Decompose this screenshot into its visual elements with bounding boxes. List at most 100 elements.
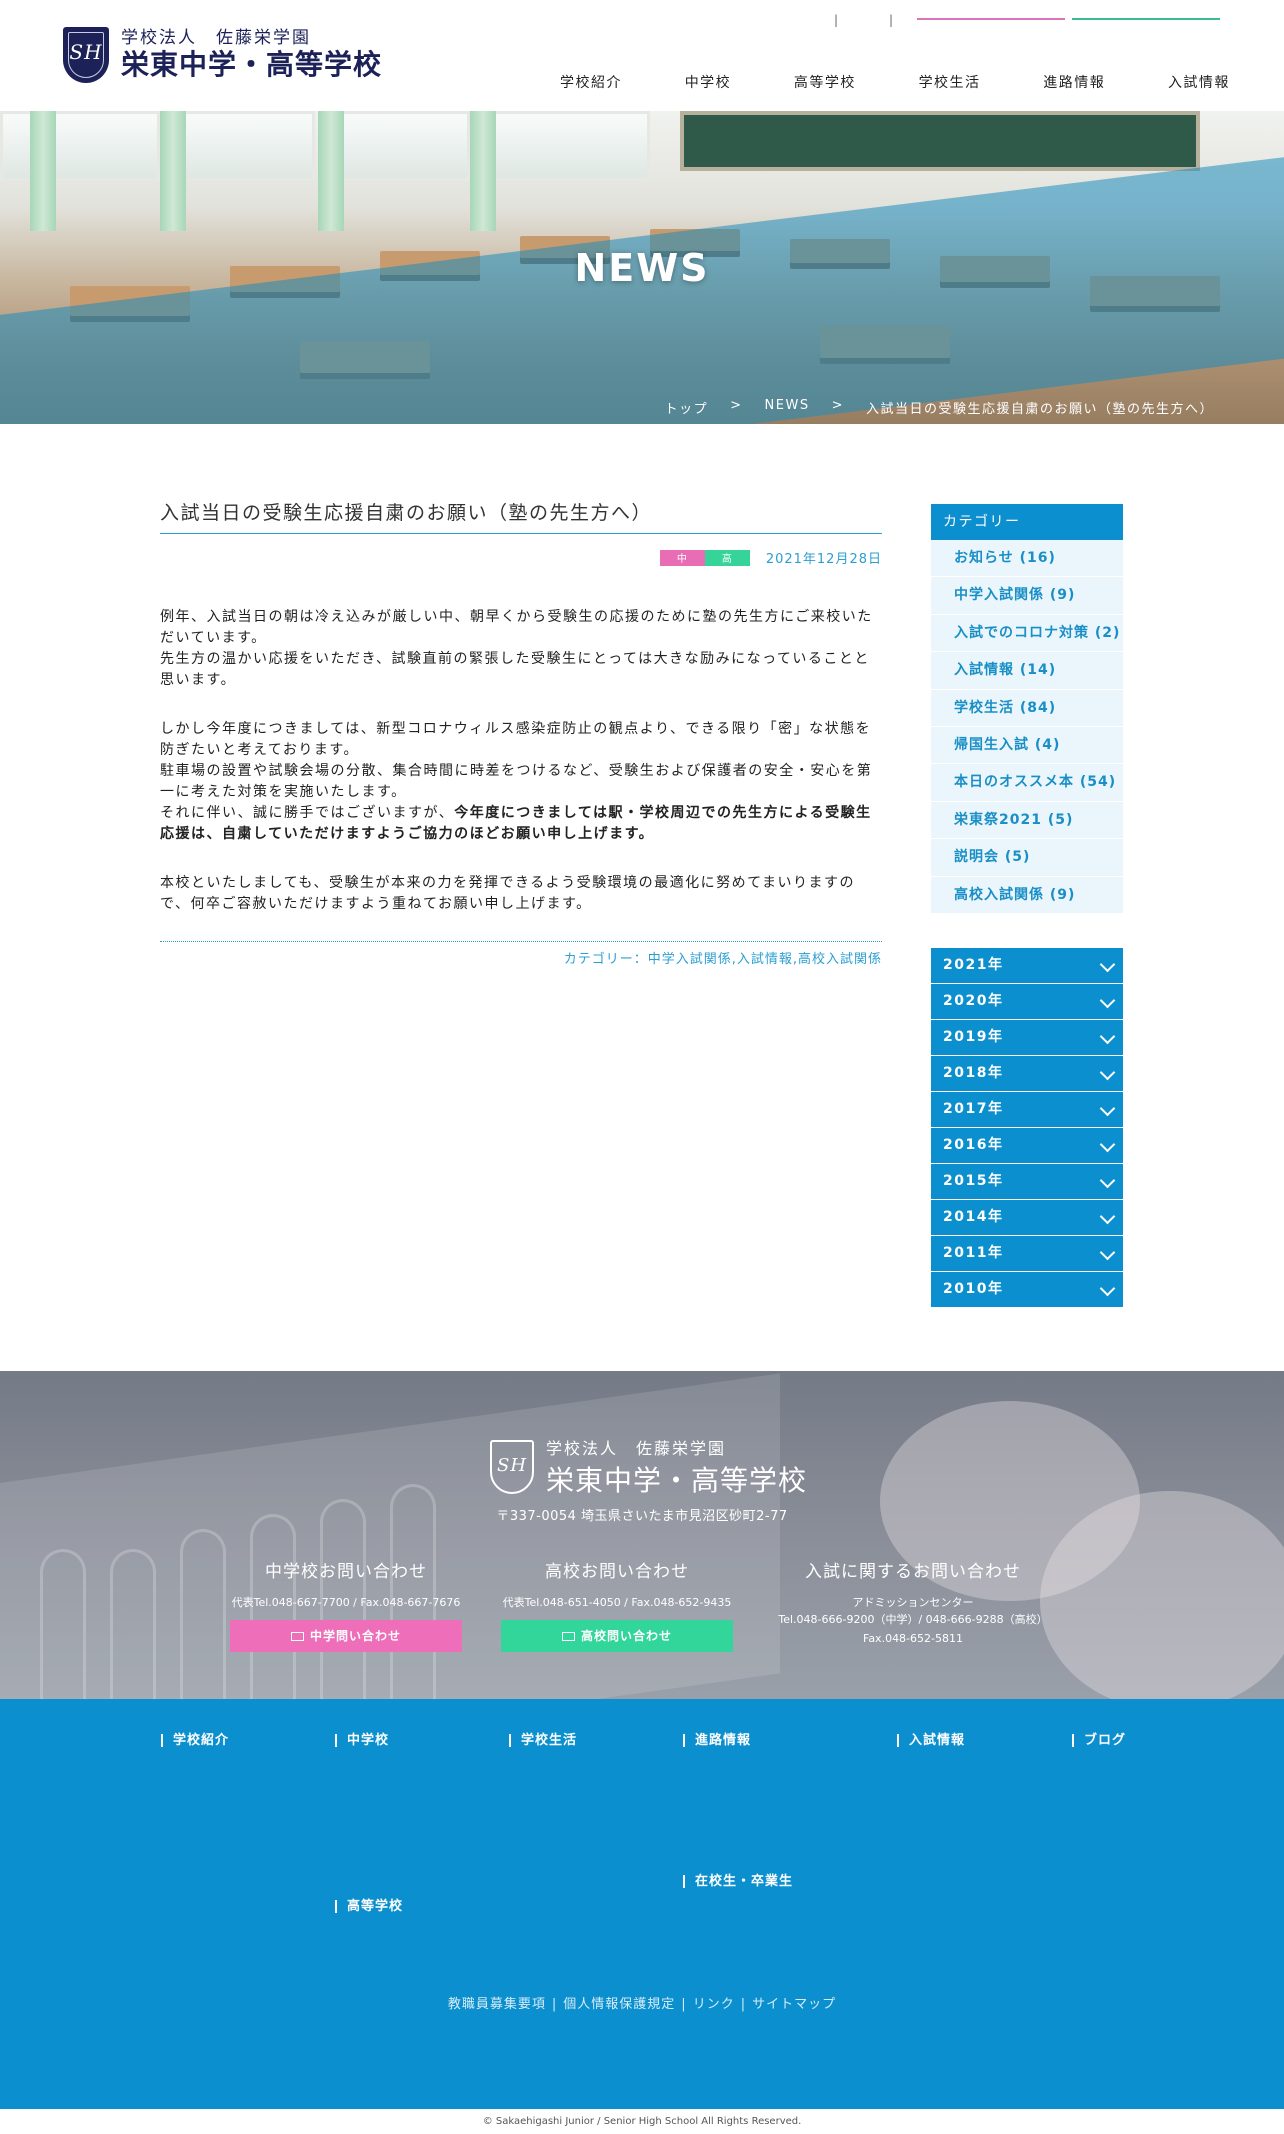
year-accordion[interactable]: 2020年 <box>931 984 1123 1020</box>
breadcrumb-top[interactable]: トップ <box>665 398 709 417</box>
category-item[interactable]: 入試でのコロナ対策 (2) <box>931 614 1123 653</box>
paragraph: 例年、入試当日の朝は冷え込みが厳しい中、朝早くから受験生の応援のために塾の先生方… <box>160 607 882 691</box>
year-accordion[interactable]: 2014年 <box>931 1200 1123 1236</box>
category-item[interactable]: 栄東祭2021 (5) <box>931 801 1123 840</box>
button-label: 中学問い合わせ <box>309 1629 401 1643</box>
article-categories[interactable]: カテゴリー：中学入試関係,入試情報,高校入試関係 <box>160 941 882 967</box>
year-accordion[interactable]: 2018年 <box>931 1056 1123 1092</box>
paragraph-text: それに伴い、誠に勝手ではございますが、今年度につきましては駅・学校周辺での先生方… <box>160 803 882 845</box>
nav-senior-high[interactable]: 高等学校 <box>794 72 856 92</box>
contact-phone: 代表Tel.048-667-7700 / Fax.048-667-7676 <box>231 1596 461 1609</box>
year-accordion[interactable]: 2021年 <box>931 948 1123 984</box>
category-sidebar: カテゴリー お知らせ (16) 中学入試関係 (9) 入試でのコロナ対策 (2)… <box>931 504 1123 914</box>
article-meta: 中 高 2021年12月28日 <box>160 548 882 567</box>
nav-junior-high[interactable]: 中学校 <box>685 72 732 92</box>
year-accordion[interactable]: 2019年 <box>931 1020 1123 1056</box>
category-item[interactable]: 本日のオススメ本 (54) <box>931 764 1123 802</box>
tag-senior: 高 <box>704 549 750 566</box>
admission-contact: 入試に関するお問い合わせ アドミッションセンター Tel.048-666-920… <box>773 1557 1053 1648</box>
nav-school-life[interactable]: 学校生活 <box>919 72 981 92</box>
sitemap-blog[interactable]: ブログ <box>1072 1734 1126 1747</box>
junior-inquiry-button[interactable]: 中学問い合わせ <box>230 1620 462 1652</box>
link-separator: | <box>551 1997 558 2012</box>
sitemap-career[interactable]: 進路情報 <box>683 1734 751 1747</box>
footer-contact: SH 学校法人 佐藤栄学園 栄東中学・高等学校 〒337-0054 埼玉県さいた… <box>0 1371 1284 1699</box>
curtain <box>470 111 496 231</box>
breadcrumb-news[interactable]: NEWS <box>765 398 810 417</box>
junior-quick-link[interactable] <box>917 18 1065 20</box>
contact-phone: 代表Tel.048-651-4050 / Fax.048-652-9435 <box>502 1596 732 1609</box>
year-accordion[interactable]: 2016年 <box>931 1128 1123 1164</box>
footer-link-sitemap[interactable]: サイトマップ <box>752 1997 836 2012</box>
category-item[interactable]: 説明会 (5) <box>931 839 1123 877</box>
classroom-window <box>330 111 470 181</box>
breadcrumb-separator: > <box>831 398 844 413</box>
category-item[interactable]: お知らせ (16) <box>931 540 1123 578</box>
curtain <box>160 111 186 231</box>
sitemap-school-life[interactable]: 学校生活 <box>509 1734 577 1747</box>
category-item[interactable]: 中学入試関係 (9) <box>931 577 1123 615</box>
article-title: 入試当日の受験生応援自粛のお願い（塾の先生方へ） <box>160 498 882 534</box>
category-item[interactable]: 高校入試関係 (9) <box>931 876 1123 914</box>
paragraph: しかし今年度につきましては、新型コロナウィルス感染症防止の観点より、できる限り「… <box>160 719 882 845</box>
paragraph-text: 先生方の温かい応援をいただき、試験直前の緊張した受験生にとっては大きな励みになっ… <box>160 651 870 688</box>
nav-admission[interactable]: 入試情報 <box>1168 72 1230 92</box>
nav-career[interactable]: 進路情報 <box>1043 72 1105 92</box>
sitemap-school-intro[interactable]: 学校紹介 <box>161 1734 229 1747</box>
building-arch <box>110 1549 156 1699</box>
mail-icon <box>290 1632 304 1641</box>
button-label: 高校問い合わせ <box>580 1629 672 1643</box>
year-accordion[interactable]: 2017年 <box>931 1092 1123 1128</box>
logo-title: 栄東中学・高等学校 <box>121 48 383 81</box>
senior-contact: 高校お問い合わせ 代表Tel.048-651-4050 / Fax.048-65… <box>477 1557 757 1652</box>
footer-logo[interactable]: SH 学校法人 佐藤栄学園 栄東中学・高等学校 <box>490 1435 807 1499</box>
sitemap-students-alumni[interactable]: 在校生・卒業生 <box>683 1875 793 1888</box>
breadcrumb-current: 入試当日の受験生応援自粛のお願い（塾の先生方へ） <box>865 402 1214 417</box>
paragraph-text: 本校といたしましても、受験生が本来の力を発揮できるよう受験環境の最適化に努めてま… <box>160 875 855 912</box>
paragraph-text: しかし今年度につきましては、新型コロナウィルス感染症防止の観点より、できる限り「… <box>160 721 872 758</box>
sitemap-senior-high[interactable]: 高等学校 <box>335 1900 403 1913</box>
year-accordion[interactable]: 2010年 <box>931 1272 1123 1308</box>
category-item[interactable]: 学校生活 (84) <box>931 689 1123 727</box>
mail-icon <box>561 1632 575 1641</box>
footer-link-links[interactable]: リンク <box>693 1997 735 2012</box>
year-accordion[interactable]: 2015年 <box>931 1164 1123 1200</box>
category-heading: カテゴリー <box>931 504 1123 540</box>
paragraph-text: それに伴い、誠に勝手ではございますが、 <box>160 805 455 821</box>
contact-fax: Fax.048-652-5811 <box>863 1632 963 1645</box>
classroom-window <box>490 111 650 181</box>
sitemap-junior-high[interactable]: 中学校 <box>335 1734 389 1747</box>
article-date: 2021年12月28日 <box>765 552 882 567</box>
school-crest-icon: SH <box>490 1440 534 1494</box>
site-logo[interactable]: SH 学校法人 佐藤栄学園 栄東中学・高等学校 <box>63 26 382 84</box>
category-item[interactable]: 帰国生入試 (4) <box>931 726 1123 765</box>
classroom-window <box>0 111 160 181</box>
year-accordion[interactable]: 2011年 <box>931 1236 1123 1272</box>
article-body: 例年、入試当日の朝は冷え込みが厳しい中、朝早くから受験生の応援のために塾の先生方… <box>160 607 882 915</box>
contact-heading: 入試に関するお問い合わせ <box>805 1562 1021 1582</box>
crest-monogram: SH <box>496 1455 528 1476</box>
breadcrumb: トップ > NEWS > 入試当日の受験生応援自粛のお願い（塾の先生方へ） <box>665 398 1214 417</box>
curtain <box>30 111 56 231</box>
logo-subtitle: 学校法人 佐藤栄学園 <box>121 28 311 48</box>
utility-separator: | <box>888 13 894 27</box>
category-item[interactable]: 入試情報 (14) <box>931 652 1123 690</box>
page-title: NEWS <box>574 246 710 290</box>
footer-logo-title: 栄東中学・高等学校 <box>546 1464 808 1497</box>
footer-logo-text: 学校法人 佐藤栄学園 栄東中学・高等学校 <box>546 1435 807 1499</box>
school-address: 〒337-0054 埼玉県さいたま市見沼区砂町2-77 <box>496 1509 788 1524</box>
year-archive: 2021年 2020年 2019年 2018年 2017年 2016年 2015… <box>931 948 1123 1308</box>
copyright: © Sakaehigashi Junior / Senior High Scho… <box>0 2109 1284 2134</box>
senior-inquiry-button[interactable]: 高校問い合わせ <box>501 1620 733 1652</box>
blackboard <box>680 111 1200 171</box>
link-separator: | <box>681 1997 687 2012</box>
footer-link-privacy[interactable]: 個人情報保護規定 <box>563 1997 675 2012</box>
nav-school-intro[interactable]: 学校紹介 <box>560 72 622 92</box>
utility-links: | | <box>834 13 894 27</box>
footer-link-recruit[interactable]: 教職員募集要項 <box>448 1997 546 2012</box>
sitemap-admission[interactable]: 入試情報 <box>897 1734 965 1747</box>
senior-quick-link[interactable] <box>1072 18 1220 20</box>
contact-phone: Tel.048-666-9200（中学）/ 048-666-9288（高校） <box>778 1613 1048 1626</box>
contact-heading: 高校お問い合わせ <box>545 1562 689 1582</box>
category-list: お知らせ (16) 中学入試関係 (9) 入試でのコロナ対策 (2) 入試情報 … <box>931 540 1123 914</box>
